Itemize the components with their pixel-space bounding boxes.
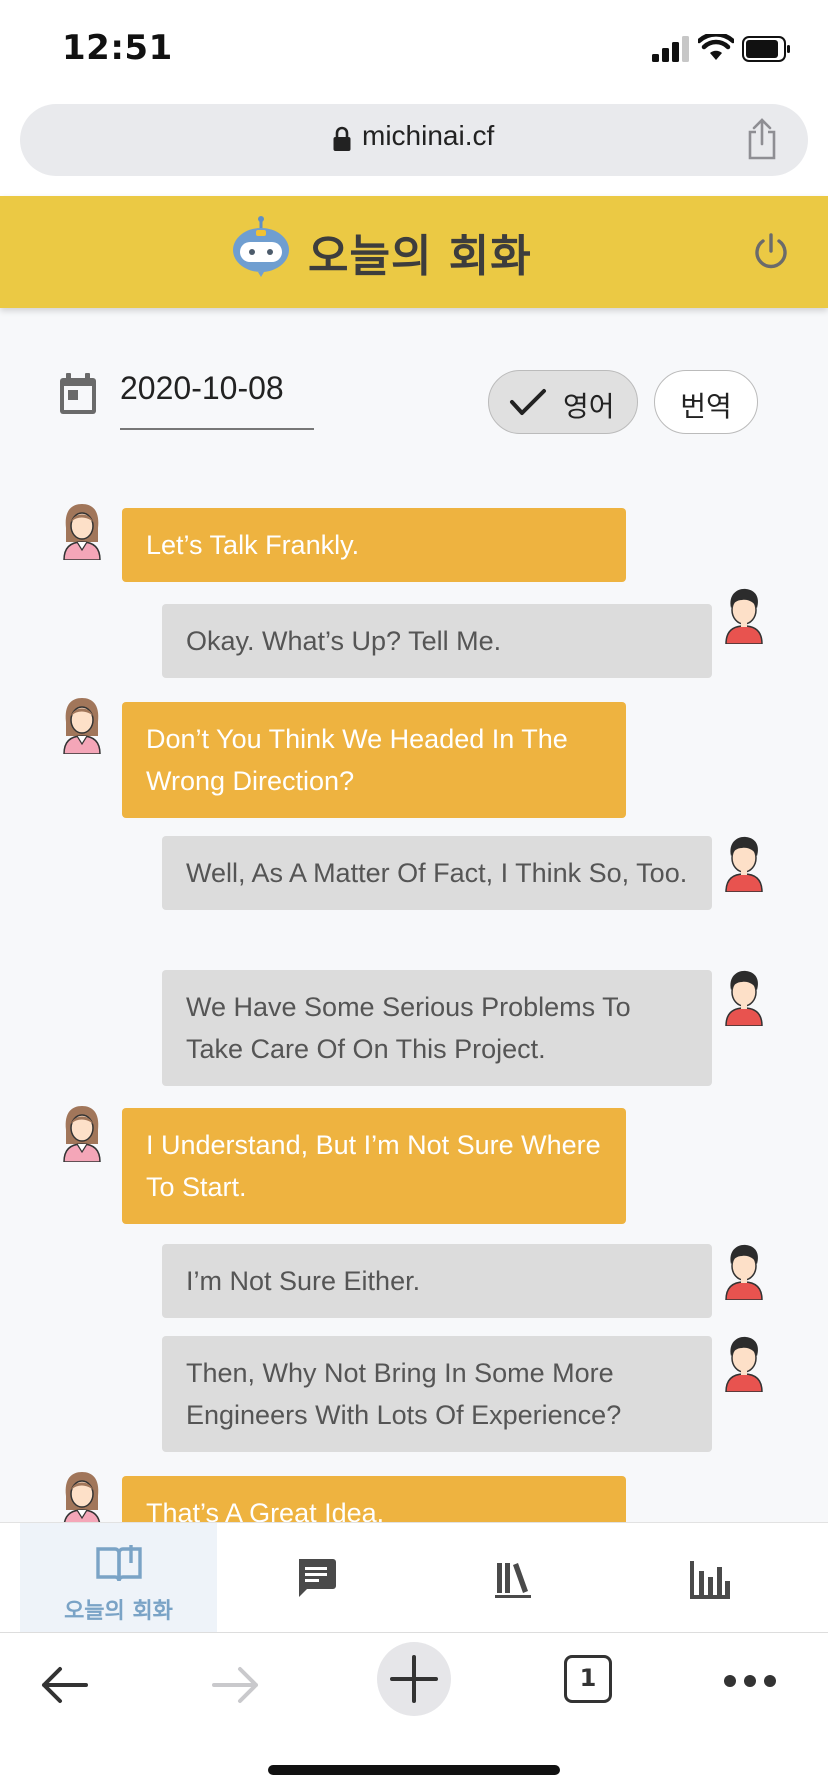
male-avatar-icon bbox=[725, 970, 763, 1026]
date-input[interactable]: 2020-10-08 bbox=[120, 370, 314, 430]
nav-chat[interactable] bbox=[217, 1523, 414, 1633]
bar-chart-icon bbox=[689, 1561, 730, 1599]
nav-library[interactable] bbox=[414, 1523, 611, 1633]
lock-icon bbox=[333, 126, 351, 151]
conversation-list[interactable]: Let’s Talk Frankly. Okay. What’s Up? Tel… bbox=[0, 480, 828, 1522]
message-bubble: We Have Some Serious Problems To Take Ca… bbox=[162, 970, 712, 1086]
signal-icon bbox=[652, 36, 689, 62]
more-options-icon[interactable] bbox=[722, 1673, 778, 1689]
address-bar[interactable]: michinai.cf bbox=[20, 104, 808, 176]
message-bubble: Then, Why Not Bring In Some More Enginee… bbox=[162, 1336, 712, 1452]
robot-logo-icon bbox=[233, 216, 289, 277]
battery-icon bbox=[742, 36, 790, 62]
calendar-icon[interactable] bbox=[58, 372, 98, 416]
translate-toggle-button[interactable]: 번역 bbox=[654, 370, 758, 434]
message-bubble: That’s A Great Idea. bbox=[122, 1476, 626, 1522]
message-bubble: Let’s Talk Frankly. bbox=[122, 508, 626, 582]
status-bar: 12:51 bbox=[0, 0, 828, 98]
forward-arrow-icon[interactable] bbox=[210, 1659, 262, 1711]
male-avatar-icon bbox=[725, 1336, 763, 1392]
message-bubble: Okay. What’s Up? Tell Me. bbox=[162, 604, 712, 678]
message-bubble: Don’t You Think We Headed In The Wrong D… bbox=[122, 702, 626, 818]
home-indicator bbox=[268, 1765, 560, 1775]
check-icon bbox=[510, 389, 546, 415]
nav-statistics[interactable] bbox=[611, 1523, 808, 1633]
female-avatar-icon bbox=[63, 1105, 101, 1162]
female-avatar-icon bbox=[63, 503, 101, 560]
female-avatar-icon bbox=[63, 697, 101, 754]
nav-today-conversation[interactable]: 오늘의 회화 bbox=[20, 1523, 217, 1633]
date-value: 2020-10-08 bbox=[120, 370, 284, 406]
share-icon[interactable] bbox=[742, 118, 782, 160]
app-header: 오늘의 회화 bbox=[0, 196, 828, 308]
wifi-icon bbox=[698, 34, 734, 60]
power-icon[interactable] bbox=[752, 232, 790, 270]
back-arrow-icon[interactable] bbox=[38, 1659, 90, 1711]
app-title: 오늘의 회화 bbox=[308, 231, 532, 282]
browser-address-area: michinai.cf bbox=[0, 98, 828, 196]
message-bubble: I’m Not Sure Either. bbox=[162, 1244, 712, 1318]
male-avatar-icon bbox=[725, 1244, 763, 1300]
translate-label: 번역 bbox=[680, 390, 732, 423]
female-avatar-icon bbox=[63, 1471, 101, 1522]
browser-toolbar: 1 bbox=[0, 1632, 828, 1792]
male-avatar-icon bbox=[725, 588, 763, 644]
tabs-button[interactable]: 1 bbox=[564, 1655, 612, 1703]
status-time: 12:51 bbox=[62, 28, 173, 68]
book-open-icon bbox=[95, 1545, 142, 1582]
bottom-navigation: 오늘의 회화 bbox=[0, 1522, 828, 1633]
url-text: michinai.cf bbox=[362, 120, 495, 151]
message-bubble: I Understand, But I’m Not Sure Where To … bbox=[122, 1108, 626, 1224]
tabs-count: 1 bbox=[579, 1664, 597, 1692]
chat-icon bbox=[298, 1559, 336, 1597]
language-label: 영어 bbox=[563, 390, 615, 423]
nav-label: 오늘의 회화 bbox=[64, 1599, 173, 1624]
male-avatar-icon bbox=[725, 836, 763, 892]
library-icon bbox=[494, 1563, 531, 1598]
language-toggle-button[interactable]: 영어 bbox=[488, 370, 638, 434]
message-bubble: Well, As A Matter Of Fact, I Think So, T… bbox=[162, 836, 712, 910]
new-tab-plus-icon[interactable] bbox=[376, 1641, 452, 1717]
